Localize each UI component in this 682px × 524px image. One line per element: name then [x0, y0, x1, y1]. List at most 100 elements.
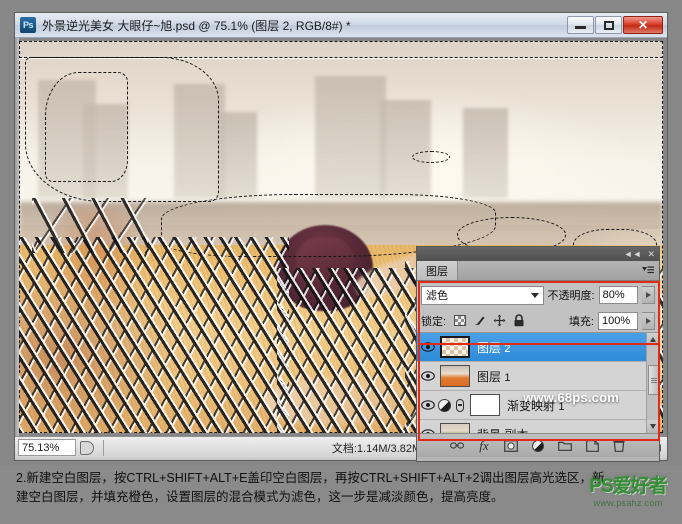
- minimize-icon: [575, 26, 586, 29]
- eye-icon: [421, 400, 435, 410]
- photo-figure-left: [44, 205, 148, 324]
- close-panel-icon[interactable]: ✕: [647, 249, 655, 259]
- photo-arm-lower: [263, 378, 406, 426]
- photo-building: [173, 84, 226, 198]
- lock-label: 锁定:: [421, 315, 447, 328]
- folder-glyph: [558, 441, 572, 451]
- photo-building: [83, 103, 129, 198]
- tab-layers[interactable]: 图层: [417, 261, 458, 280]
- new-adjustment-layer-icon[interactable]: [531, 439, 545, 453]
- panel-menu-icon[interactable]: [642, 261, 654, 280]
- new-page-glyph: [585, 439, 599, 452]
- lock-position-icon[interactable]: [493, 314, 506, 327]
- opacity-label: 不透明度:: [547, 290, 595, 302]
- scrollbar-thumb[interactable]: [648, 365, 659, 395]
- table-row[interactable]: 背景 副本: [417, 420, 659, 433]
- lock-image-icon[interactable]: [473, 314, 486, 327]
- zoom-level-input[interactable]: 75.13%: [18, 439, 76, 456]
- lock-transparency-icon[interactable]: [454, 315, 467, 326]
- table-row[interactable]: 图层 2: [417, 333, 659, 362]
- stepper-arrow-icon: [645, 292, 651, 298]
- layer-list-scrollbar[interactable]: [646, 333, 659, 433]
- layer-thumbnail[interactable]: [440, 365, 470, 387]
- caption-line-2: 建空白图层，并填充橙色，设置图层的混合模式为滤色，这一步是减淡颜色，提高亮度。: [16, 490, 504, 504]
- trash-glyph: [613, 439, 625, 452]
- stepper-arrow-icon: [645, 317, 651, 324]
- canvas-watermark: www.68ps.com: [523, 390, 619, 405]
- new-group-icon[interactable]: [558, 439, 572, 453]
- photo-hair-bun: [295, 237, 354, 300]
- lock-row: 锁定: 填充: 100%: [417, 309, 659, 333]
- lock-all-icon[interactable]: [513, 314, 525, 327]
- fill-stepper[interactable]: [642, 311, 655, 330]
- photo-building: [379, 99, 432, 198]
- fill-label: 填充:: [568, 315, 594, 328]
- layers-panel-footer: fx: [417, 433, 659, 457]
- link-layers-icon[interactable]: [450, 439, 464, 453]
- scroll-down-button[interactable]: [647, 420, 659, 433]
- eye-icon: [421, 429, 435, 433]
- chevron-down-icon: [650, 424, 656, 429]
- window-title: 外景逆光美女 大眼仔~旭.psd @ 75.1% (图层 2, RGB/8#) …: [42, 18, 351, 33]
- photo-building: [218, 111, 258, 198]
- eye-icon: [421, 342, 435, 352]
- half-circle-glyph: [438, 398, 451, 412]
- chevron-up-icon: [650, 337, 656, 342]
- window-titlebar[interactable]: Ps 外景逆光美女 大眼仔~旭.psd @ 75.1% (图层 2, RGB/8…: [15, 13, 667, 38]
- opacity-input[interactable]: 80%: [598, 286, 639, 304]
- photo-building: [463, 107, 509, 198]
- scroll-up-button[interactable]: [647, 333, 659, 346]
- site-watermark-logo: PS爱好者: [589, 476, 667, 497]
- adjustment-gradient-map-icon[interactable]: [437, 398, 452, 412]
- layer-name: 背景 副本: [477, 426, 528, 434]
- panel-menu-glyph: [642, 266, 654, 273]
- statusbar-divider: [103, 439, 104, 456]
- eye-icon: [421, 371, 435, 381]
- layer-visibility-icon[interactable]: [419, 371, 437, 381]
- layer-list[interactable]: 图层 2 图层 1 渐变映射 1: [417, 333, 659, 433]
- fill-input[interactable]: 100%: [598, 311, 638, 330]
- document-proxy-icon[interactable]: [80, 440, 94, 455]
- layer-thumbnail[interactable]: [440, 336, 470, 358]
- layers-panel: ◄◄ ✕ 图层 滤色 不透明度: 80% 锁定: 填充: 100% 图层 2 图…: [416, 246, 660, 462]
- site-watermark: PS爱好者 www.psahz.com: [580, 476, 676, 522]
- layer-name: 图层 1: [477, 369, 511, 384]
- link-mask-icon[interactable]: [452, 398, 467, 412]
- caption-line-1: 2.新建空白图层，按CTRL+SHIFT+ALT+E盖印空白图层，再按CTRL+…: [16, 471, 605, 485]
- blend-mode-row: 滤色 不透明度: 80%: [417, 281, 659, 309]
- screenshot-root: Ps 外景逆光美女 大眼仔~旭.psd @ 75.1% (图层 2, RGB/8…: [0, 0, 682, 524]
- delete-layer-icon[interactable]: [612, 439, 626, 453]
- minimize-button[interactable]: [567, 16, 594, 34]
- site-watermark-url: www.psahz.com: [593, 498, 663, 508]
- photo-building: [315, 76, 387, 198]
- layer-visibility-icon[interactable]: [419, 400, 437, 410]
- layer-visibility-icon[interactable]: [419, 429, 437, 433]
- add-fx-icon[interactable]: fx: [477, 437, 491, 453]
- fx-glyph: fx: [479, 437, 489, 453]
- layer-thumbnail[interactable]: [440, 423, 470, 433]
- blend-mode-value: 滤色: [426, 290, 448, 302]
- photoshop-window: Ps 外景逆光美女 大眼仔~旭.psd @ 75.1% (图层 2, RGB/8…: [14, 12, 668, 461]
- photoshop-icon: Ps: [20, 17, 36, 33]
- link-glyph: [450, 442, 464, 449]
- collapse-panel-icon[interactable]: ◄◄: [624, 249, 642, 259]
- fill-group: 填充: 100%: [568, 311, 655, 330]
- add-mask-icon[interactable]: [504, 439, 518, 453]
- close-button[interactable]: ✕: [623, 16, 663, 34]
- new-layer-icon[interactable]: [585, 439, 599, 453]
- lock-toggle-group: [454, 314, 525, 327]
- layer-mask-thumbnail[interactable]: [470, 394, 500, 416]
- blend-mode-select[interactable]: 滤色: [421, 285, 544, 305]
- opacity-stepper[interactable]: [642, 286, 655, 304]
- chevron-down-icon: [530, 292, 539, 298]
- half-circle-glyph: [532, 439, 544, 452]
- panel-tab-strip: 图层: [417, 261, 659, 281]
- maximize-icon: [603, 20, 614, 30]
- layer-name: 图层 2: [477, 340, 511, 355]
- layer-visibility-icon[interactable]: [419, 342, 437, 352]
- table-row[interactable]: 图层 1: [417, 362, 659, 391]
- window-controls: ✕: [566, 16, 663, 34]
- maximize-button[interactable]: [595, 16, 622, 34]
- mask-glyph: [504, 439, 518, 452]
- panel-dock-bar: ◄◄ ✕: [417, 247, 659, 261]
